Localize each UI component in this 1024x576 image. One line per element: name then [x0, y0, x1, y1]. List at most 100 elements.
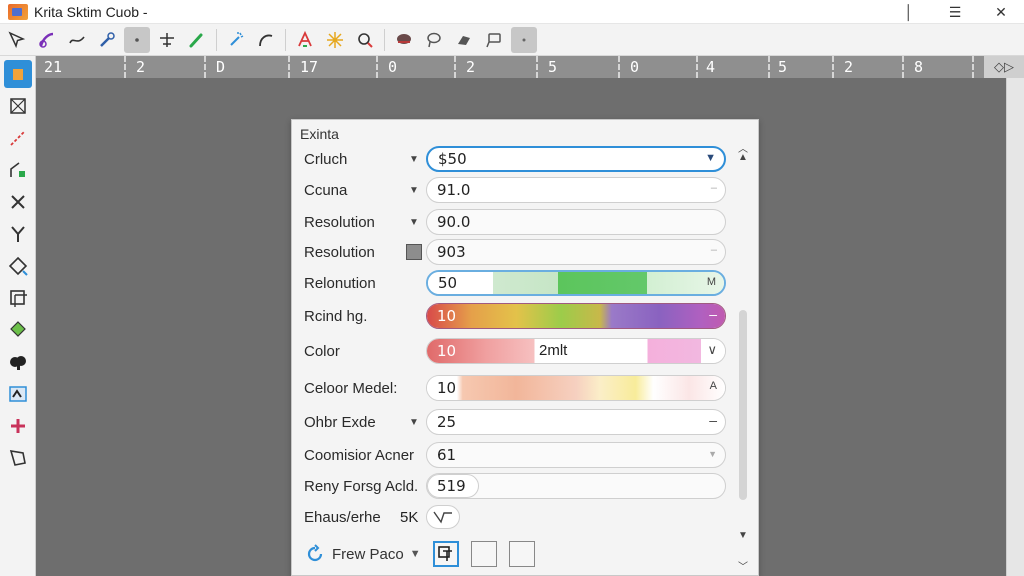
ruler-mark: 2 [466, 58, 476, 76]
minimize-button[interactable]: │ [886, 0, 932, 24]
chevron-down-icon[interactable]: ▼ [404, 154, 424, 165]
transform-tool-icon[interactable] [154, 27, 180, 53]
property-row: Relonution 50 M [304, 269, 726, 297]
value-field[interactable]: 25 – [426, 409, 726, 435]
cloud-brush-icon[interactable] [4, 348, 32, 376]
assistant-tool-icon[interactable] [4, 380, 32, 408]
value-field[interactable]: 90.0 [426, 209, 726, 235]
chevron-down-icon[interactable]: ∨ [707, 342, 717, 358]
magic-wand-icon[interactable] [223, 27, 249, 53]
horizontal-ruler: 21 2 D 17 0 2 5 0 4 5 2 8 ◇▷ [36, 56, 1024, 78]
layer-add-icon [437, 546, 452, 561]
move-tool-icon[interactable] [124, 26, 150, 53]
field-mid-value: 2mlt [539, 342, 568, 359]
value-field[interactable]: 903 – [426, 239, 726, 265]
value-field[interactable]: $50 ▼ [426, 146, 726, 172]
dialog-title: Exinta [300, 126, 339, 142]
zoom-icon[interactable] [352, 27, 378, 53]
ruler-tick [696, 56, 698, 78]
text-tool-icon[interactable] [292, 27, 318, 53]
scroll-up-arrow-icon[interactable]: ▲ [736, 152, 750, 163]
field-value: 50 [438, 274, 458, 292]
gradient-slider-field[interactable]: 10 – [426, 303, 726, 329]
transform-box-icon[interactable] [4, 444, 32, 472]
color-swatch[interactable] [406, 244, 422, 260]
scroll-down-arrow-icon[interactable]: ▼ [736, 530, 750, 541]
ruler-nav-button[interactable]: ◇▷ [984, 56, 1024, 78]
empty-box-button[interactable] [508, 541, 535, 567]
row-label: Crluch [304, 150, 348, 168]
comment-icon[interactable] [481, 27, 507, 53]
refresh-icon[interactable] [304, 543, 326, 565]
main-toolbar [0, 24, 1024, 56]
fill-tool-icon[interactable] [4, 316, 32, 344]
more-tools-icon[interactable] [511, 26, 537, 53]
row-value: 5K [400, 508, 419, 526]
chevron-down-icon[interactable]: ▼ [404, 185, 424, 196]
ruler-tick [768, 56, 770, 78]
toolbar-separator [216, 28, 217, 51]
row-label: Coomisior Acner [304, 446, 415, 464]
empty-box-button[interactable] [470, 541, 497, 567]
scroll-down-icon[interactable]: ﹀ [736, 558, 750, 573]
curve-tool-icon[interactable] [253, 27, 279, 53]
menu-button[interactable]: ☰ [932, 0, 978, 24]
eyedropper-icon[interactable] [94, 27, 120, 53]
canvas-vertical-scrollbar[interactable] [1006, 78, 1024, 576]
ruler-mark: 17 [300, 58, 319, 76]
sparkle-icon[interactable] [322, 27, 348, 53]
scroll-thumb[interactable] [739, 310, 747, 500]
freehand-brush-icon[interactable] [34, 27, 60, 53]
dropdown-arrow-icon[interactable]: ▼ [705, 152, 716, 164]
property-row: Resolution 903 – [304, 238, 726, 266]
layer-tool-icon[interactable] [4, 60, 32, 88]
brush-tool-icon[interactable] [184, 27, 210, 53]
gradient-slider-field[interactable]: 50 M [426, 270, 726, 296]
dialog-footer: Frew Paco ▼ [304, 538, 535, 570]
angle-selector[interactable] [426, 505, 460, 529]
chevron-down-icon[interactable]: ▼ [404, 217, 424, 228]
row-label: Relonution [304, 274, 376, 292]
value-field[interactable]: 519 [426, 473, 726, 499]
value-field[interactable]: 61 ▼ [426, 442, 726, 468]
property-row: Ehaus/erhe 5K [304, 503, 724, 531]
polygon-select-icon[interactable] [4, 252, 32, 280]
frame-tool-icon[interactable] [4, 284, 32, 312]
dialog-scrollbar[interactable]: ︿ ▲ ▼ ﹀ [736, 140, 750, 573]
chevron-down-icon[interactable]: ▼ [410, 548, 421, 560]
line-draw-icon[interactable] [4, 124, 32, 152]
branch-tool-icon[interactable] [4, 220, 32, 248]
gradient-preview [427, 376, 725, 400]
field-suffix: – [709, 306, 717, 322]
row-label: Rcind hg. [304, 307, 368, 325]
gradient-preview [427, 339, 725, 363]
ruler-tick [972, 56, 974, 78]
apply-layer-button[interactable] [432, 541, 459, 567]
ruler-mark: 4 [706, 58, 716, 76]
cross-tool-icon[interactable] [4, 188, 32, 216]
line-tool-icon[interactable] [64, 27, 90, 53]
dropdown-arrow-icon[interactable]: ▼ [708, 449, 717, 459]
shape-edit-icon[interactable] [4, 156, 32, 184]
field-value: 10 [437, 379, 457, 397]
select-tool-icon[interactable] [4, 27, 30, 53]
krita-app-icon [8, 3, 28, 20]
gradient-slider-field[interactable]: 10 A [426, 375, 726, 401]
ruler-tick [902, 56, 904, 78]
fill-bucket-icon[interactable] [391, 27, 417, 53]
value-field[interactable]: 91.0 – [426, 177, 726, 203]
add-tool-icon[interactable] [4, 412, 32, 440]
field-value: 91.0 [437, 181, 471, 199]
close-button[interactable]: ✕ [978, 0, 1024, 24]
crop-tool-icon[interactable] [4, 92, 32, 120]
field-value: 519 [437, 477, 466, 495]
field-value: 61 [437, 446, 457, 464]
preset-label[interactable]: Frew Paco [332, 546, 404, 563]
gradient-slider-field[interactable]: 10 2mlt ∨ [426, 338, 726, 364]
smudge-icon[interactable] [451, 27, 477, 53]
field-value: 90.0 [437, 213, 471, 231]
row-label: Resolution [304, 243, 375, 261]
chevron-down-icon[interactable]: ▼ [404, 417, 424, 428]
lasso-icon[interactable] [421, 27, 447, 53]
row-label: Color [304, 342, 340, 360]
